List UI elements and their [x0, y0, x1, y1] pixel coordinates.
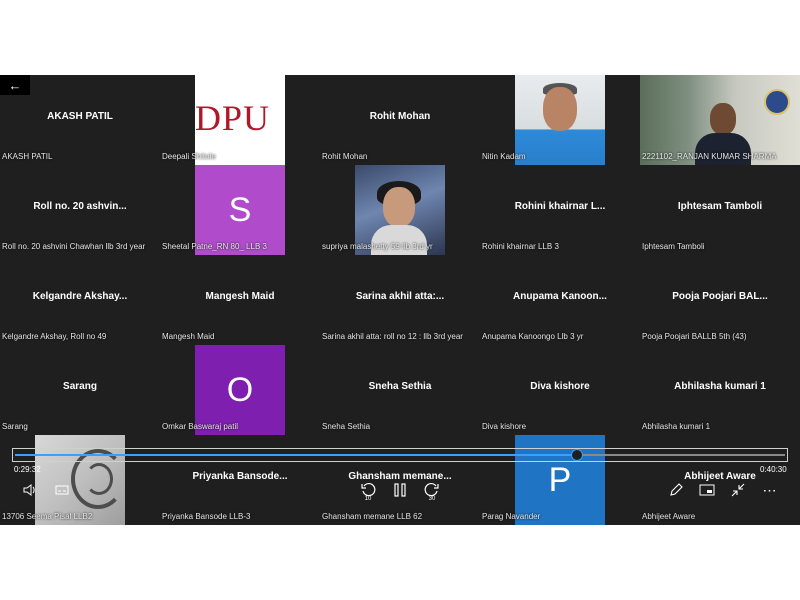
participant-caption: Sneha Sethia — [322, 422, 371, 431]
participant-caption: Sarang — [2, 422, 28, 431]
participant-tile: Sneha Sethia Sneha Sethia — [320, 345, 480, 435]
cast-button[interactable] — [697, 480, 717, 500]
pause-icon — [394, 483, 406, 497]
total-time: 0:40:30 — [760, 465, 787, 474]
edit-button[interactable] — [666, 480, 686, 500]
participant-caption: Diva kishore — [482, 422, 527, 431]
participant-caption: Roll no. 20 ashvini Chawhan llb 3rd year — [2, 242, 146, 251]
captions-icon — [55, 485, 69, 495]
participant-caption: Mangesh Maid — [162, 332, 215, 341]
participant-name: Roll no. 20 ashvin... — [33, 201, 127, 212]
participant-name: Rohit Mohan — [369, 111, 431, 122]
participant-name: Sarina akhil atta:... — [355, 291, 445, 302]
participant-tile: Anupama Kanoon... Anupama Kanoongo Llb 3… — [480, 255, 640, 345]
participant-caption: Priyanka Bansode LLB-3 — [162, 512, 251, 521]
participant-caption: Nitin Kadam — [482, 152, 526, 161]
participant-tile: Rohit Mohan Rohit Mohan — [320, 75, 480, 165]
participant-name: Rohini khairnar L... — [514, 201, 606, 212]
participant-caption: Parag Navander — [482, 512, 541, 521]
volume-icon — [23, 484, 35, 496]
participant-name: Kelgandre Akshay... — [32, 291, 128, 302]
participant-caption: Iphtesam Tamboli — [642, 242, 705, 251]
participant-name: Anupama Kanoon... — [513, 291, 607, 302]
participant-tile: Iphtesam Tamboli Iphtesam Tamboli — [640, 165, 800, 255]
participant-tile: 2221102_RANJAN KUMAR SHARMA — [640, 75, 800, 165]
forward-30-button[interactable]: 30 — [422, 480, 442, 502]
participant-tile: Diva kishore Diva kishore — [480, 345, 640, 435]
volume-button[interactable] — [20, 480, 40, 500]
emblem-icon — [764, 89, 790, 115]
edit-pen-icon — [670, 483, 683, 496]
participant-caption: Rohit Mohan — [322, 152, 368, 161]
participant-name: Sneha Sethia — [368, 381, 432, 392]
participant-name: Priyanka Bansode... — [192, 471, 288, 482]
exit-fullscreen-icon — [731, 483, 745, 497]
participant-caption: 2221102_RANJAN KUMAR SHARMA — [642, 152, 777, 161]
participant-caption: Ghansham memane LLB 62 — [322, 512, 423, 521]
participant-caption: AKASH PATIL — [2, 152, 53, 161]
seek-handle[interactable] — [571, 449, 583, 461]
participant-caption: Deepali Shitole — [162, 152, 216, 161]
current-time: 0:29:32 — [14, 465, 41, 474]
participant-tile: Roll no. 20 ashvin... Roll no. 20 ashvin… — [0, 165, 160, 255]
captions-button[interactable] — [52, 480, 72, 500]
seek-progress — [15, 454, 577, 456]
seek-bar[interactable] — [12, 448, 788, 462]
participant-name: AKASH PATIL — [47, 111, 113, 122]
participant-caption: Sarina akhil atta: roll no 12 : llb 3rd … — [322, 332, 463, 341]
participant-name: Pooja Poojari BAL... — [672, 291, 768, 302]
participant-tile: Rohini khairnar L... Rohini khairnar LLB… — [480, 165, 640, 255]
participant-caption: Abhilasha kumari 1 — [642, 422, 711, 431]
participant-caption: Kelgandre Akshay, Roll no 49 — [2, 332, 107, 341]
participant-name: Diva kishore — [530, 381, 590, 392]
participant-tile: O Omkar Baswaraj patil — [160, 345, 320, 435]
logo-text: DPU — [195, 98, 271, 138]
replay-10-button[interactable]: 10 — [358, 480, 378, 502]
participant-video — [515, 75, 605, 165]
participant-caption: Pooja Poojari BALLB 5th (43) — [642, 332, 747, 341]
participant-caption: 13706 Seema Pisal LLB2 — [2, 512, 93, 521]
forward-seconds: 30 — [428, 496, 436, 502]
more-button[interactable]: ⋯ — [760, 480, 780, 500]
back-button[interactable]: ← — [0, 75, 30, 95]
participant-caption: Anupama Kanoongo Llb 3 yr — [482, 332, 584, 341]
participant-tile: supriya malashetty 59 llb 3rd yr — [320, 165, 480, 255]
cast-icon — [699, 484, 715, 496]
participant-tile: Kelgandre Akshay... Kelgandre Akshay, Ro… — [0, 255, 160, 345]
participant-tile: Pooja Poojari BAL... Pooja Poojari BALLB… — [640, 255, 800, 345]
participant-tile: Abhilasha kumari 1 Abhilasha kumari 1 — [640, 345, 800, 435]
participant-caption: supriya malashetty 59 llb 3rd yr — [322, 242, 433, 251]
participant-tile: Sarina akhil atta:... Sarina akhil atta:… — [320, 255, 480, 345]
participant-name: Abhilasha kumari 1 — [674, 381, 766, 392]
replay-seconds: 10 — [364, 496, 372, 502]
participant-tile: Mangesh Maid Mangesh Maid — [160, 255, 320, 345]
more-icon: ⋯ — [762, 481, 778, 498]
participant-tile: Sarang Sarang — [0, 345, 160, 435]
participant-name: Iphtesam Tamboli — [677, 201, 763, 212]
participant-caption: Omkar Baswaraj patil — [162, 422, 239, 431]
participant-tile: S Sheetal Patne_RN 80_ LLB 3 — [160, 165, 320, 255]
exit-fullscreen-button[interactable] — [728, 480, 748, 500]
participant-caption: Sheetal Patne_RN 80_ LLB 3 — [162, 242, 267, 251]
participant-caption: Abhijeet Aware — [642, 512, 696, 521]
participant-tile: Nitin Kadam — [480, 75, 640, 165]
participant-caption: Rohini khairnar LLB 3 — [482, 242, 559, 251]
pause-button[interactable] — [390, 480, 410, 500]
back-arrow-icon: ← — [8, 77, 22, 93]
participant-name: Mangesh Maid — [205, 291, 275, 302]
participant-name: Sarang — [63, 381, 97, 392]
participant-tile: DPU Deepali Shitole — [160, 75, 320, 165]
